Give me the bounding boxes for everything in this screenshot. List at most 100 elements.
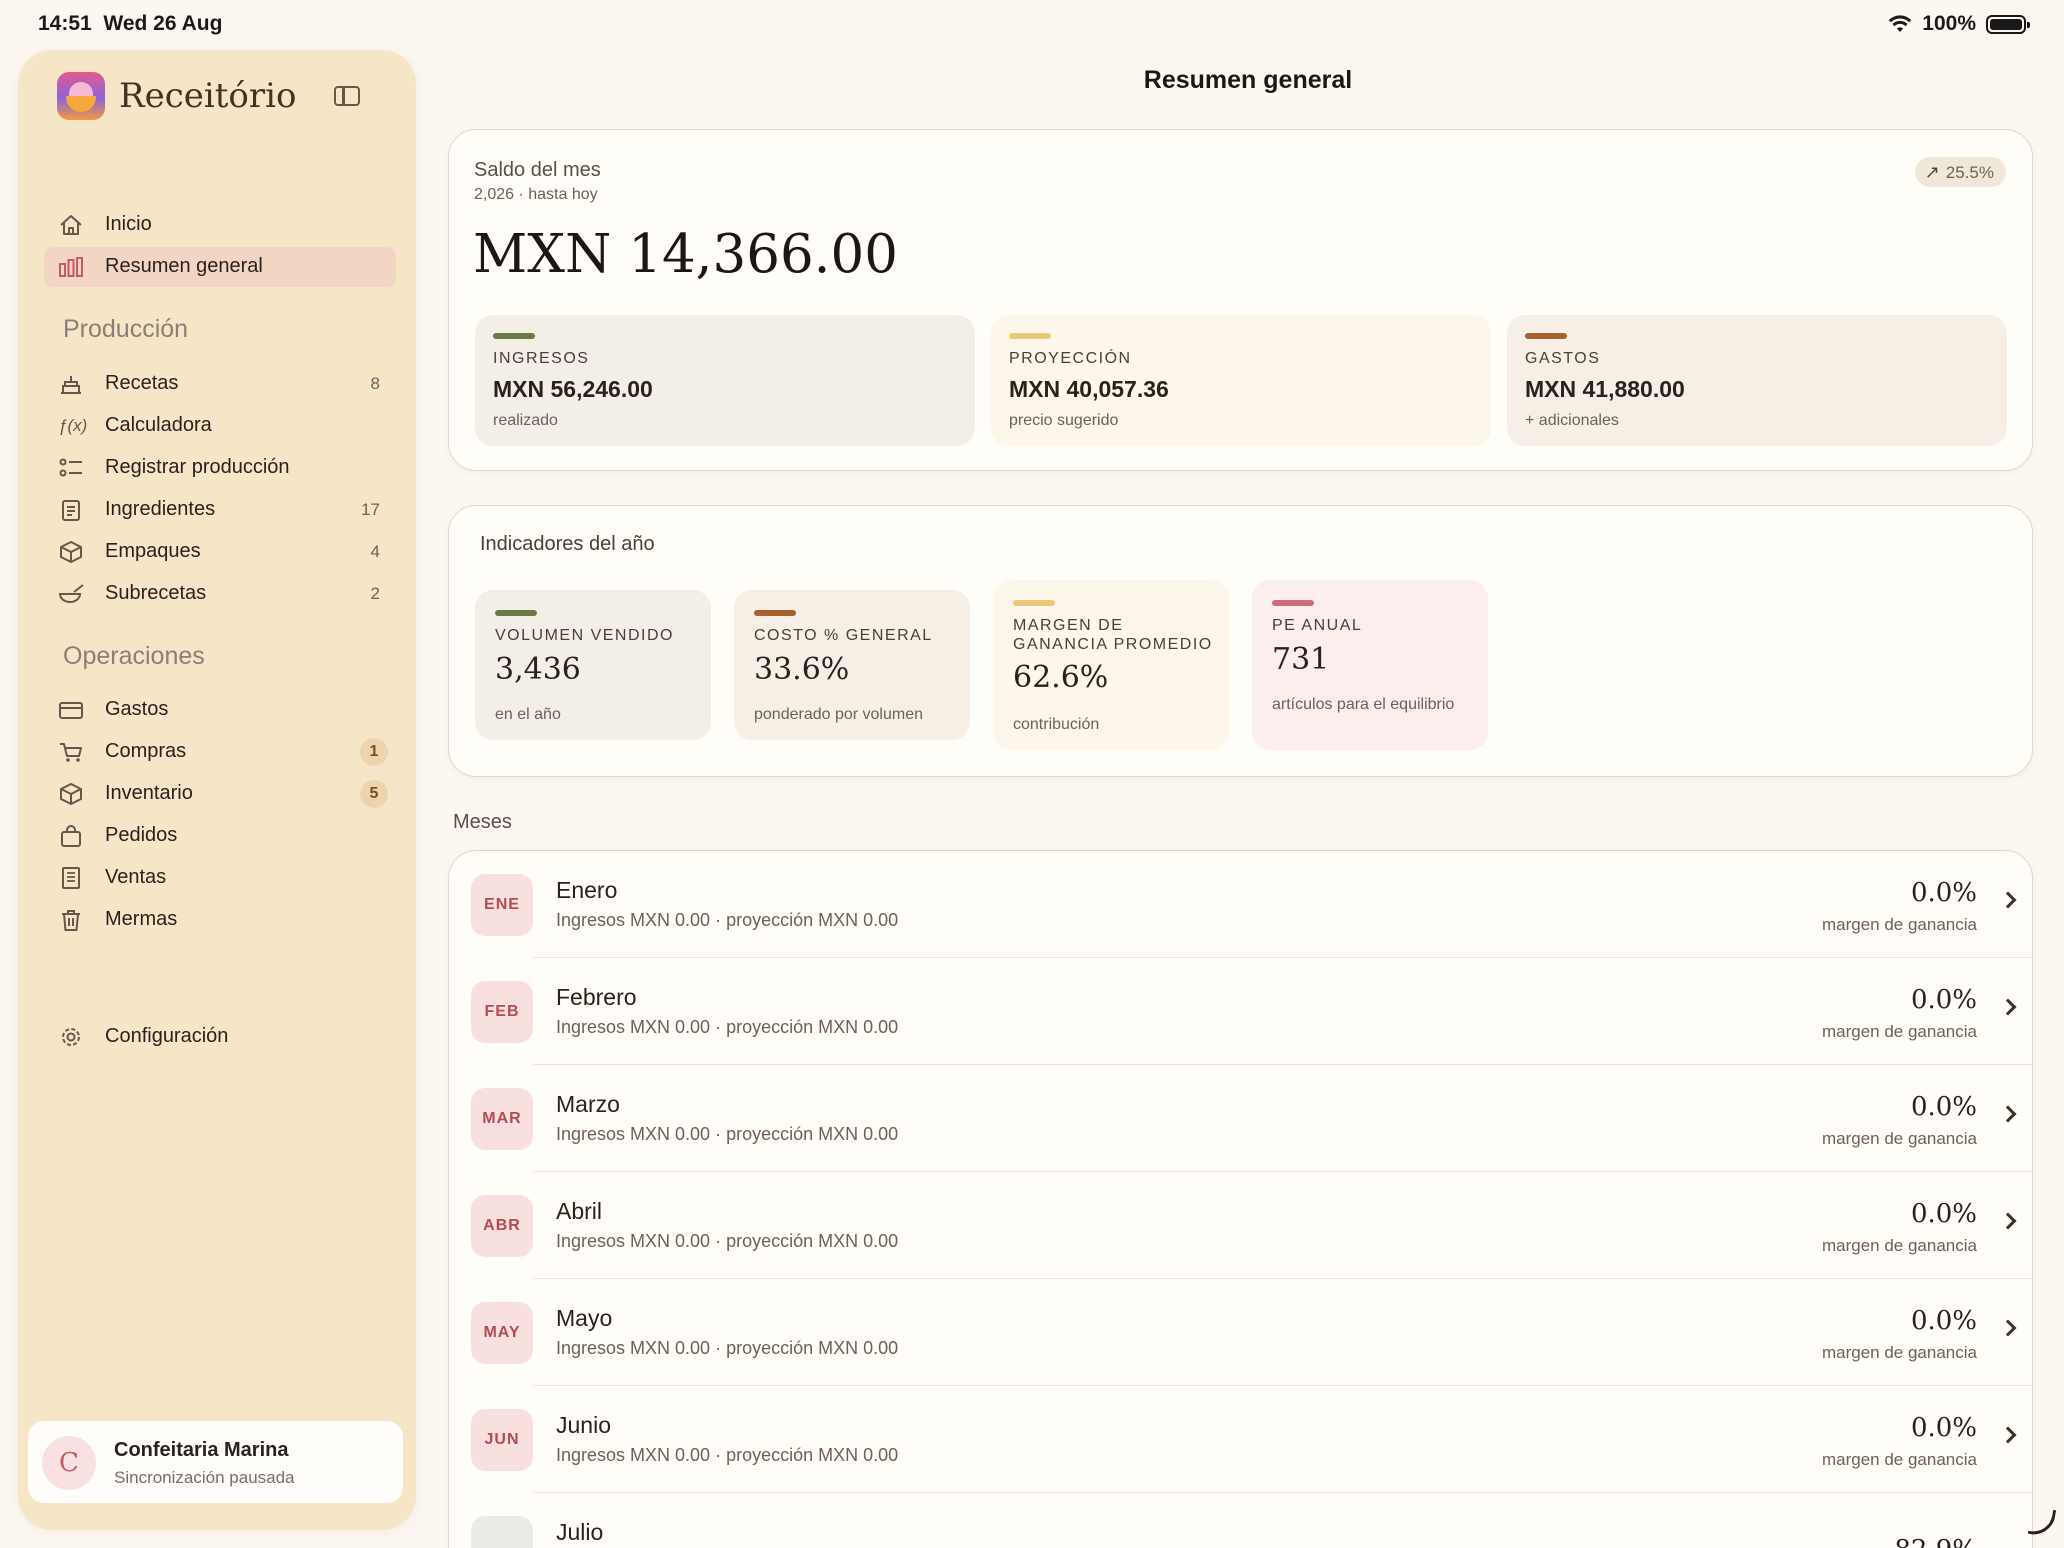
gear-icon xyxy=(62,1028,80,1046)
trend-value: 25.5% xyxy=(1945,163,1994,182)
metric-value: MXN 41,880.00 xyxy=(1525,376,1685,402)
sidebar-item-recetas[interactable]: Recetas 8 xyxy=(44,364,396,404)
sidebar-item-subrecetas[interactable]: Subrecetas 2 xyxy=(44,574,396,614)
sidebar-item-configuracion[interactable]: Configuración xyxy=(44,1017,396,1057)
month-row-mayo[interactable]: MAY Mayo Ingresos MXN 0.00 · proyección … xyxy=(449,1279,2032,1386)
item-count: 4 xyxy=(370,542,380,561)
sidebar-item-label: Inicio xyxy=(105,213,152,235)
month-detail: Ingresos MXN 0.00 · proyección MXN 0.00 xyxy=(556,1338,899,1358)
indicator-sub: ponderado por volumen xyxy=(754,706,924,723)
sidebar-item-label: Ingredientes xyxy=(105,498,216,520)
status-time: 14:51 Wed 26 Aug xyxy=(38,12,223,35)
sidebar-item-gastos[interactable]: Gastos xyxy=(44,690,396,730)
month-margin: 0.0% xyxy=(1910,1413,1977,1443)
metric-label: INGRESOS xyxy=(493,350,590,367)
app-name: Receitório xyxy=(119,76,297,116)
sidebar-toggle-icon[interactable] xyxy=(334,86,360,106)
account-card[interactable]: C Confeitaria Marina Sincronización paus… xyxy=(28,1421,403,1503)
metric-color-bar xyxy=(493,333,535,339)
month-row-marzo[interactable]: MAR Marzo Ingresos MXN 0.00 · proyección… xyxy=(449,1065,2032,1172)
chevron-right-icon xyxy=(1999,1319,2017,1337)
months-section-label: Meses xyxy=(453,811,512,833)
sidebar-item-label: Inventario xyxy=(105,782,193,804)
bowl-whisk-icon xyxy=(58,584,84,603)
sync-status: Sincronización pausada xyxy=(114,1468,295,1487)
month-margin-label: margen de ganancia xyxy=(1821,915,1977,934)
month-name: Julio xyxy=(556,1519,604,1545)
metric-label: GASTOS xyxy=(1525,350,1601,367)
sidebar-item-pedidos[interactable]: Pedidos xyxy=(44,816,396,856)
month-margin-label: margen de ganancia xyxy=(1821,1236,1977,1255)
metric-value: MXN 40,057.36 xyxy=(1009,376,1169,402)
trash-icon xyxy=(62,910,80,931)
indicator-value: 62.6% xyxy=(1013,660,1109,695)
compras-badge: 1 xyxy=(360,738,388,766)
month-name: Marzo xyxy=(556,1091,620,1117)
battery-icon xyxy=(1986,14,2030,34)
status-bar: 14:51 Wed 26 Aug 100% xyxy=(0,0,2064,48)
metric-color-bar xyxy=(1009,333,1051,339)
house-icon xyxy=(60,215,82,235)
sidebar-item-inicio[interactable]: Inicio xyxy=(44,205,396,245)
sidebar-item-label: Configuración xyxy=(105,1025,229,1047)
sidebar-item-registrar-produccion[interactable]: Registrar producción xyxy=(44,448,396,488)
sidebar: Receitório Inicio Resumen general Produc… xyxy=(18,50,416,1530)
indicator-sub: contribución xyxy=(1013,716,1100,733)
receipt-icon xyxy=(62,867,80,889)
indicator-color-bar xyxy=(1272,600,1314,606)
sidebar-item-calculadora[interactable]: ƒ(x) Calculadora xyxy=(44,406,396,446)
month-row-enero[interactable]: ENE Enero Ingresos MXN 0.00 · proyección… xyxy=(449,851,2032,958)
sidebar-item-label: Compras xyxy=(105,740,187,762)
cart-icon xyxy=(60,743,82,762)
metric-color-bar xyxy=(1525,333,1567,339)
item-count: 8 xyxy=(370,374,380,393)
indicator-color-bar xyxy=(754,610,796,616)
metric-label: PROYECCIÓN xyxy=(1009,350,1132,367)
metric-sub: precio sugerido xyxy=(1009,412,1119,429)
indicator-pe-anual: PE ANUAL 731 artículos para el equilibri… xyxy=(1252,580,1488,750)
indicator-label: COSTO % GENERAL xyxy=(754,627,933,644)
sidebar-item-compras[interactable]: Compras 1 xyxy=(44,732,396,772)
sidebar-item-resumen-general[interactable]: Resumen general xyxy=(44,247,396,287)
indicator-label: VOLUMEN VENDIDO xyxy=(495,627,674,644)
month-name: Mayo xyxy=(556,1305,613,1331)
avatar: C xyxy=(42,1436,96,1490)
inventario-badge: 5 xyxy=(360,780,388,808)
sidebar-item-inventario[interactable]: Inventario 5 xyxy=(44,774,396,814)
sidebar-item-empaques[interactable]: Empaques 4 xyxy=(44,532,396,572)
balance-amount: MXN 14,366.00 xyxy=(473,224,898,285)
item-count: 17 xyxy=(361,500,380,519)
account-name: Confeitaria Marina xyxy=(114,1439,289,1461)
indicator-label: MARGEN DE GANANCIA PROMEDIO xyxy=(1013,617,1213,653)
month-row-junio[interactable]: JUN Junio Ingresos MXN 0.00 · proyección… xyxy=(449,1386,2032,1493)
sidebar-item-ventas[interactable]: Ventas xyxy=(44,858,396,898)
item-count: 2 xyxy=(370,584,380,603)
month-abbr-badge: MAR xyxy=(471,1088,533,1150)
metric-gastos: GASTOS MXN 41,880.00 + adicionales xyxy=(1507,315,2007,446)
indicator-value: 731 xyxy=(1272,642,1330,677)
month-abbr-badge: MAY xyxy=(471,1302,533,1364)
sidebar-item-label: Mermas xyxy=(105,908,178,930)
month-row-julio[interactable]: Julio 82.9% xyxy=(449,1493,2032,1548)
balance-card: Saldo del mes 2,026 · hasta hoy ↗ 25.5% M… xyxy=(448,129,2033,471)
sidebar-item-mermas[interactable]: Mermas xyxy=(44,900,396,940)
chevron-right-icon xyxy=(1999,1212,2017,1230)
battery-percent: 100% xyxy=(1922,12,1976,35)
sidebar-item-label: Ventas xyxy=(105,866,167,888)
month-margin-label: margen de ganancia xyxy=(1821,1022,1977,1041)
metric-proyeccion: PROYECCIÓN MXN 40,057.36 precio sugerido xyxy=(991,315,1491,446)
month-name: Febrero xyxy=(556,984,637,1010)
month-margin: 0.0% xyxy=(1910,985,1977,1015)
month-margin: 0.0% xyxy=(1910,1306,1977,1336)
month-row-abril[interactable]: ABR Abril Ingresos MXN 0.00 · proyección… xyxy=(449,1172,2032,1279)
month-abbr-badge xyxy=(471,1516,533,1548)
trend-badge: ↗ 25.5% xyxy=(1914,157,2006,187)
indicator-label: PE ANUAL xyxy=(1272,617,1363,634)
sidebar-item-label: Empaques xyxy=(105,540,201,562)
month-row-febrero[interactable]: FEB Febrero Ingresos MXN 0.00 · proyecci… xyxy=(449,958,2032,1065)
month-margin: 82.9% xyxy=(1894,1535,1977,1548)
sidebar-item-ingredientes[interactable]: Ingredientes 17 xyxy=(44,490,396,530)
indicators-title: Indicadores del año xyxy=(480,533,655,555)
scroll-corner-indicator xyxy=(2027,1506,2057,1538)
balance-label: Saldo del mes xyxy=(474,159,601,181)
